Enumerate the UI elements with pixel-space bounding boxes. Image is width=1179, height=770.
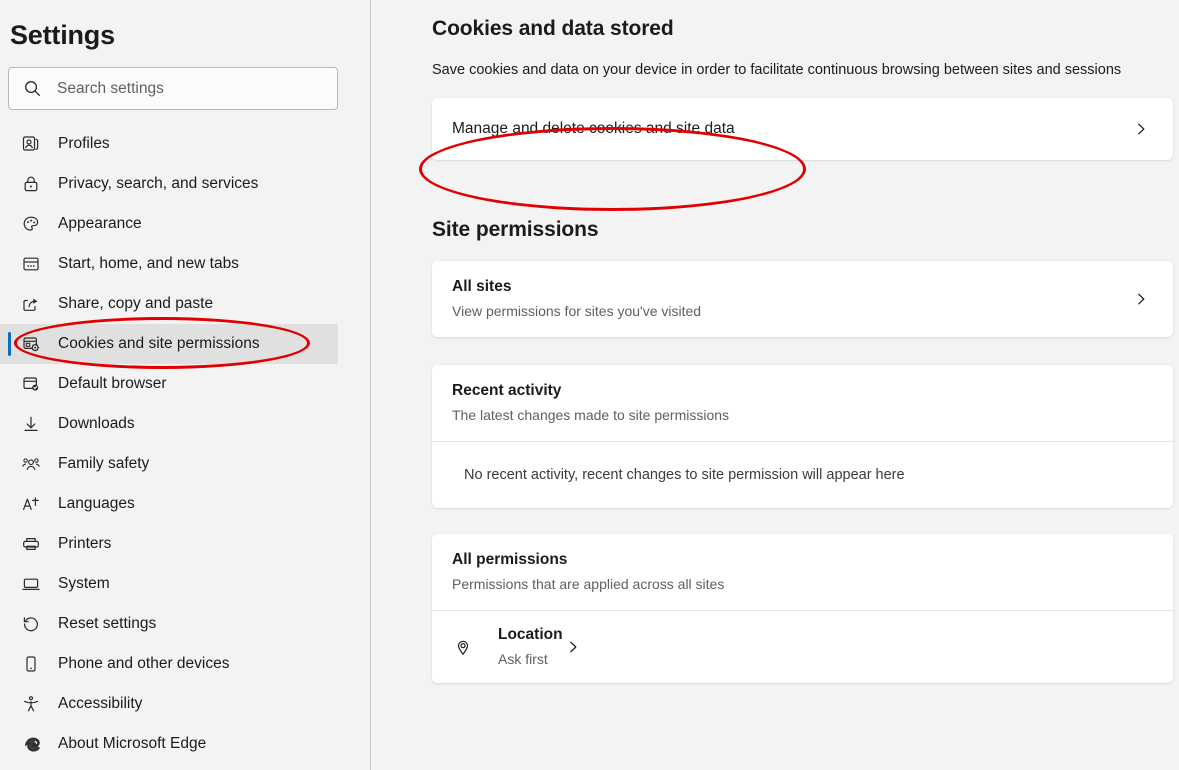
all-sites-row[interactable]: All sites View permissions for sites you… [432,261,1173,337]
sidebar-item-downloads[interactable]: Downloads [0,404,370,444]
sidebar-item-privacy-search-services[interactable]: Privacy, search, and services [0,164,370,204]
cookies-section-title: Cookies and data stored [432,17,674,40]
accessibility-icon [20,693,42,715]
search-icon [19,76,45,102]
sidebar-item-label: Share, copy and paste [58,295,214,312]
manage-and-delete-cookies-row[interactable]: Manage and delete cookies and site data [432,98,1173,160]
new-tab-icon [20,253,42,275]
sidebar-item-label: Languages [58,495,135,512]
sidebar-item-label: System [58,575,110,592]
all-sites-card: All sites View permissions for sites you… [432,261,1173,337]
sidebar-item-label: Cookies and site permissions [58,335,260,352]
profiles-icon [20,133,42,155]
permission-row-location[interactable]: Location Ask first [432,611,1173,683]
manage-and-delete-cookies-label: Manage and delete cookies and site data [452,120,735,137]
chevron-right-icon[interactable] [1131,289,1151,309]
reset-icon [20,613,42,635]
sidebar-item-label: Family safety [58,455,150,472]
lock-icon [20,173,42,195]
sidebar-item-about-microsoft-edge[interactable]: About Microsoft Edge [0,724,370,764]
sidebar-item-label: Start, home, and new tabs [58,255,239,272]
chevron-right-icon[interactable] [563,637,583,657]
palette-icon [20,213,42,235]
sidebar-item-label: Privacy, search, and services [58,175,259,192]
sidebar-item-accessibility[interactable]: Accessibility [0,684,370,724]
sidebar-item-label: Phone and other devices [58,655,230,672]
cookies-icon [20,333,42,355]
sidebar-item-label: Appearance [58,215,142,232]
permission-state-location: Ask first [498,651,548,667]
system-icon [20,573,42,595]
sidebar-item-system[interactable]: System [0,564,370,604]
recent-activity-header: Recent activity The latest changes made … [432,365,1173,441]
search-settings-box[interactable] [8,67,338,110]
default-browser-icon [20,373,42,395]
chevron-right-icon[interactable] [1131,119,1151,139]
sidebar-item-appearance[interactable]: Appearance [0,204,370,244]
sidebar-item-label: Reset settings [58,615,157,632]
search-input[interactable] [45,79,327,98]
all-permissions-header: All permissions Permissions that are app… [432,534,1173,610]
settings-content: Cookies and data stored Save cookies and… [371,0,1179,770]
all-permissions-card: All permissions Permissions that are app… [432,534,1173,683]
sidebar-item-languages[interactable]: Languages [0,484,370,524]
recent-activity-title: Recent activity [452,382,562,399]
all-permissions-title: All permissions [452,551,568,568]
sidebar-item-reset-settings[interactable]: Reset settings [0,604,370,644]
sidebar-item-label: Accessibility [58,695,143,712]
settings-window: Settings Profi [0,0,1179,770]
download-icon [20,413,42,435]
manage-cookies-card: Manage and delete cookies and site data [432,98,1173,160]
site-permissions-section-title: Site permissions [432,218,599,241]
all-permissions-subtitle: Permissions that are applied across all … [452,576,725,592]
location-icon [452,636,474,658]
all-sites-title: All sites [452,278,512,295]
languages-icon [20,493,42,515]
recent-activity-card: Recent activity The latest changes made … [432,365,1173,508]
cookies-section-description: Save cookies and data on your device in … [432,62,1122,78]
permission-name-location: Location [498,626,563,643]
sidebar-item-label: Default browser [58,375,167,392]
sidebar-item-family-safety[interactable]: Family safety [0,444,370,484]
sidebar-item-profiles[interactable]: Profiles [0,124,370,164]
family-icon [20,453,42,475]
phone-icon [20,653,42,675]
printer-icon [20,533,42,555]
settings-nav: Profiles Privacy, search, and services A… [0,124,370,764]
sidebar-item-label: Downloads [58,415,135,432]
sidebar-item-default-browser[interactable]: Default browser [0,364,370,404]
sidebar-item-start-home-new-tabs[interactable]: Start, home, and new tabs [0,244,370,284]
share-icon [20,293,42,315]
recent-activity-empty-message: No recent activity, recent changes to si… [464,467,905,483]
sidebar-item-label: Profiles [58,135,110,152]
all-sites-subtitle: View permissions for sites you've visite… [452,303,702,319]
sidebar-item-share-copy-paste[interactable]: Share, copy and paste [0,284,370,324]
page-title: Settings [10,20,115,50]
sidebar-item-printers[interactable]: Printers [0,524,370,564]
sidebar-item-label: About Microsoft Edge [58,735,207,752]
settings-sidebar: Settings Profi [0,0,371,770]
recent-activity-subtitle: The latest changes made to site permissi… [452,407,730,423]
sidebar-item-label: Printers [58,535,112,552]
edge-logo-icon [20,733,42,755]
sidebar-item-cookies-and-site-permissions[interactable]: Cookies and site permissions [0,324,338,364]
sidebar-item-phone-and-other-devices[interactable]: Phone and other devices [0,644,370,684]
